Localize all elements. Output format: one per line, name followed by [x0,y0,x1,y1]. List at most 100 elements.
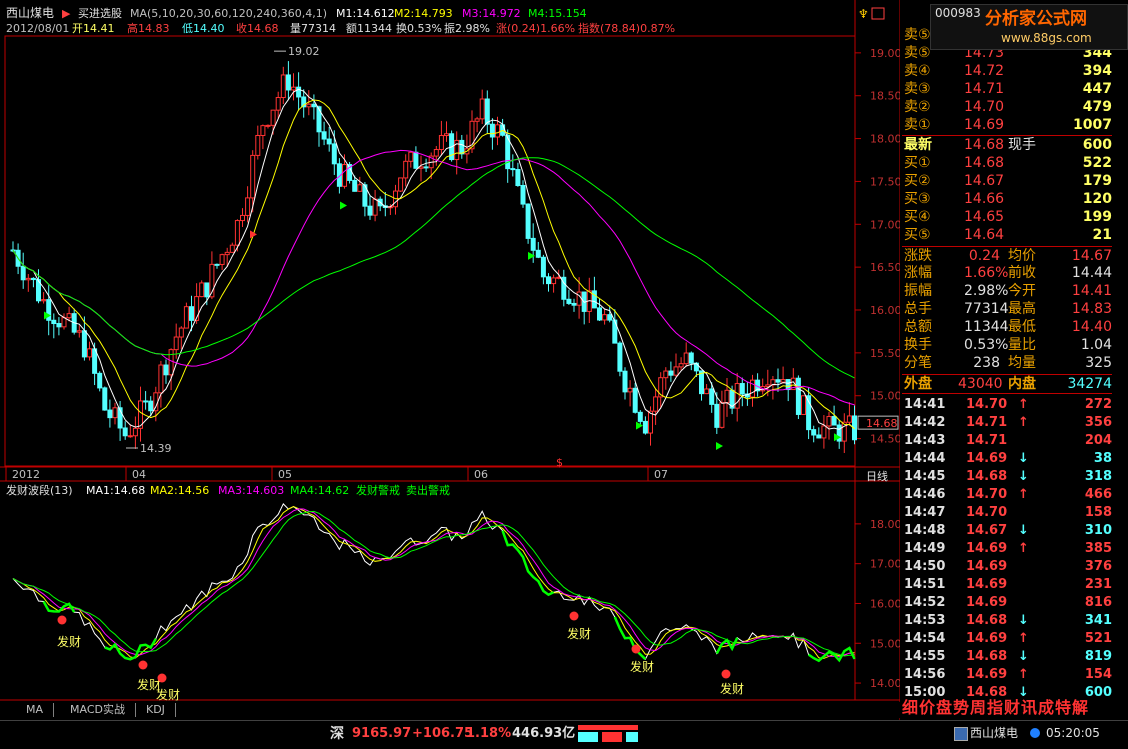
candle-body [510,168,516,171]
tick-price: 14.69 [966,451,1008,466]
candle-body [739,383,745,395]
sell-volume: 394 [1082,63,1112,79]
candle-body [158,364,164,394]
ma-line-2 [12,99,855,430]
tick-row: 14:46 14.70 ↑ 466 [902,486,1112,504]
stat-row: 总额 11344 最低 14.40 [902,318,1112,336]
candle-body [775,379,781,383]
index-name: 深 [330,726,344,742]
candle-body [495,124,500,138]
y-tick-label: 19.00 [870,47,900,60]
sub-ma-line-1 [12,503,855,662]
sell-price: 14.72 [964,63,1005,79]
buy-label: 买④ [904,209,931,225]
stat-value-2: 14.44 [1071,265,1112,281]
buy-price: 14.64 [964,227,1005,243]
tick-price: 14.70 [966,397,1008,412]
candle-body [367,205,373,216]
candle-body [627,387,633,393]
bar-low: 低14.40 [182,22,225,35]
index-amount: 446.93亿 [512,726,576,741]
tick-time: 14:47 [904,505,946,520]
tick-arrow-icon: ↑ [1018,487,1029,502]
stock-marker: ▶ [62,7,71,20]
stat-value-1: 0.24 [968,248,1000,264]
logo-text: 分析家公式网 [985,9,1087,29]
pin-icon: ♆ [858,7,869,21]
function-menu[interactable]: 细价盘势周指财讯成特解 [902,697,1128,719]
stat-label-2: 最低 [1008,319,1036,335]
signal-arrow-icon [340,201,347,210]
stock-name: 西山煤电 [6,6,55,20]
candle-body [66,313,72,319]
chart-canvas[interactable]: 19.00 18.50 18.00 17.50 17.00 16.50 16.00 15.50… [0,0,900,720]
tick-price: 14.69 [966,559,1008,574]
sub-ma1: MA1:14.68 [86,484,146,497]
index-value: 9165.97 [352,726,412,741]
candle-body [525,203,531,239]
stock-code: 000983 [935,6,981,20]
signal-label: 发财 [567,626,591,641]
stat-label-2: 前收 [1008,265,1036,281]
buy-volume: 21 [1092,227,1112,243]
stat-value-2: 14.41 [1071,283,1112,299]
y-tick-label: 18.00 [870,133,900,146]
tick-price: 14.69 [966,595,1008,610]
sub-y-tick-label: 15.00 [870,637,900,650]
candle-body [20,265,26,281]
tick-row: 14:52 14.69 816 [902,594,1112,612]
ma-m3: M3:14.972 [462,7,521,20]
candle-body [342,164,347,187]
stat-value-2: 14.40 [1071,319,1112,335]
stat-value-1: 0.53% [964,337,1009,353]
signal-dot [721,669,731,679]
symbol-mark: $ [556,456,563,469]
candle-body [265,124,271,127]
bar-close: 收14.68 [236,22,279,35]
candle-body [683,352,689,365]
candle-body [372,198,378,216]
tick-time: 14:41 [904,397,946,412]
candle-body [61,317,67,328]
candle-body [403,160,409,179]
menu-label[interactable]: 细价盘势周指财讯成特解 [902,698,1089,717]
candle-body [841,421,847,442]
buy-row: 买② 14.67 179 [902,172,1112,190]
tick-price: 14.67 [966,523,1008,538]
tick-time: 14:42 [904,415,946,430]
tick-arrow-icon: ↓ [1018,613,1029,628]
stat-label-2: 均价 [1008,248,1036,264]
buy-label: 买③ [904,191,931,207]
buy-volume: 120 [1082,191,1112,207]
tick-price: 14.70 [966,505,1008,520]
candle-body [438,135,444,151]
y-tick-label: 15.50 [870,347,900,360]
candle-body [76,330,82,333]
tab-ma[interactable]: MA [16,703,55,717]
x-tick-label: 07 [654,468,668,481]
signal-arrow-icon [528,251,535,260]
status-bar: 深 9165.97 +106.75 1.18% 446.93亿 西山煤电 05:… [0,720,1128,749]
candle-body [622,370,628,393]
indicator-title[interactable]: 买进选股 [78,7,122,20]
tick-row: 14:49 14.69 ↑ 385 [902,540,1112,558]
candle-body [275,97,281,111]
buy-volume: 522 [1082,155,1112,171]
sell-label: 卖⑤ [904,27,931,43]
sell-volume: 1007 [1073,117,1112,133]
tick-volume: 385 [1084,541,1112,556]
tab-kdj[interactable]: KDJ [136,703,176,717]
tick-price: 14.69 [966,577,1008,592]
y-tick-label: 16.50 [870,261,900,274]
candle-body [291,86,296,91]
tick-volume: 816 [1084,595,1112,610]
candle-body [331,143,337,165]
candle-body [30,277,36,281]
tick-volume: 466 [1084,487,1112,502]
tick-volume: 521 [1084,631,1112,646]
tab-macd[interactable]: MACD实战 [60,703,136,717]
candle-body [734,383,740,409]
current-price-label: 14.68 [866,417,898,430]
sell-row: 卖① 14.69 1007 [902,116,1112,134]
candle-body [530,237,536,251]
